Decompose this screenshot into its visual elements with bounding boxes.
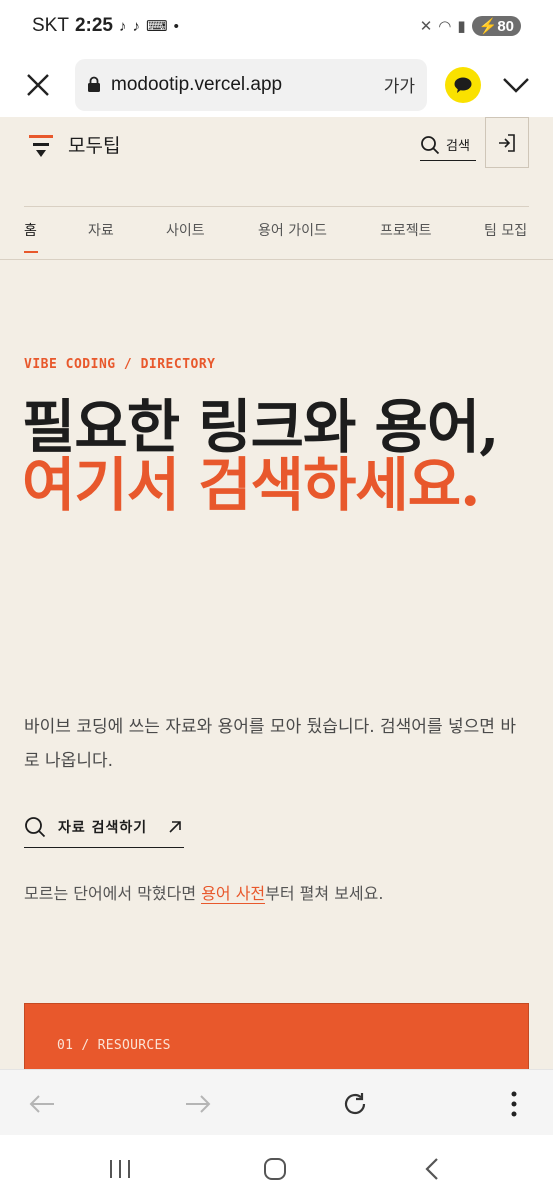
site-name: 모두팁 bbox=[68, 135, 121, 157]
search-icon bbox=[25, 816, 46, 837]
nav-item-glossary[interactable]: 용어 가이드 bbox=[258, 220, 327, 240]
logo-icon bbox=[29, 134, 53, 157]
nav-active-indicator bbox=[24, 251, 38, 253]
carrier-label: SKT bbox=[32, 15, 69, 36]
login-button[interactable] bbox=[485, 117, 529, 168]
search-label: 검색 bbox=[446, 139, 470, 154]
url-text: modootip.vercel.app bbox=[111, 73, 283, 95]
reload-button[interactable] bbox=[339, 1088, 371, 1120]
chevron-left-icon bbox=[425, 1158, 438, 1180]
chat-bubble-icon bbox=[454, 77, 472, 93]
nav-item-home[interactable]: 홈 bbox=[24, 220, 37, 240]
lock-icon bbox=[87, 76, 101, 93]
more-options-button[interactable] bbox=[498, 1088, 530, 1120]
search-icon bbox=[421, 135, 440, 154]
kakao-share-button[interactable] bbox=[445, 66, 481, 103]
browser-url-bar: modootip.vercel.app 가가 bbox=[0, 52, 553, 117]
forward-button[interactable] bbox=[182, 1088, 214, 1120]
more-notifications-dot-icon: • bbox=[173, 17, 179, 35]
back-button[interactable] bbox=[26, 1088, 58, 1120]
hero-description: 바이브 코딩에 쓰는 자료와 용어를 모아 뒀습니다. 검색어를 넣으면 바로 … bbox=[24, 717, 516, 771]
url-field[interactable]: modootip.vercel.app 가가 bbox=[75, 58, 427, 111]
close-tab-button[interactable] bbox=[0, 52, 75, 117]
battery-indicator: ⚡80 bbox=[471, 16, 521, 36]
home-button[interactable] bbox=[255, 1153, 295, 1185]
nav-item-sites[interactable]: 사이트 bbox=[166, 220, 205, 240]
status-bar: SKT 2:25 ♪ ♪ ⌨ • ✕ ◠ ▮ ⚡80 bbox=[0, 0, 553, 52]
more-vertical-icon bbox=[511, 1091, 517, 1117]
voicemail-icon: ⌨ bbox=[145, 18, 168, 35]
signal-icon: ▮ bbox=[457, 17, 466, 35]
arrow-up-right-icon bbox=[168, 820, 182, 834]
section-card-label: 01 / RESOURCES bbox=[57, 1038, 171, 1053]
nav-divider bbox=[0, 259, 553, 260]
header-divider bbox=[24, 206, 529, 207]
site-logo[interactable]: 모두팁 bbox=[28, 131, 120, 158]
arrow-left-icon bbox=[29, 1095, 54, 1113]
main-nav: 홈 자료 사이트 용어 가이드 프로젝트 팀 모집 bbox=[24, 220, 553, 260]
recent-apps-button[interactable] bbox=[100, 1153, 140, 1185]
nav-item-team-recruit[interactable]: 팀 모집 bbox=[484, 220, 527, 240]
header-search-button[interactable]: 검색 bbox=[420, 129, 476, 161]
tiktok-icon: ♪ bbox=[118, 17, 127, 35]
tiktok-icon: ♪ bbox=[132, 17, 140, 35]
android-navigation-bar bbox=[0, 1135, 553, 1200]
close-icon bbox=[26, 73, 49, 96]
home-icon bbox=[264, 1158, 286, 1180]
glossary-hint: 모르는 단어에서 막혔다면 용어 사전부터 펼쳐 보세요. bbox=[24, 884, 384, 904]
wifi-icon: ◠ bbox=[438, 17, 452, 35]
browser-bottom-toolbar bbox=[0, 1069, 553, 1135]
login-icon bbox=[499, 133, 515, 152]
browser-menu-expand-button[interactable] bbox=[481, 52, 551, 117]
reload-icon bbox=[344, 1093, 366, 1115]
recent-apps-icon bbox=[110, 1160, 130, 1178]
clock: 2:25 bbox=[74, 15, 113, 36]
nav-item-projects[interactable]: 프로젝트 bbox=[380, 220, 432, 240]
glossary-link[interactable]: 용어 사전 bbox=[201, 884, 266, 904]
hero-headline: 필요한 링크와 용어, 여기서 검색하세요. bbox=[22, 398, 522, 514]
mute-icon: ✕ bbox=[419, 17, 433, 35]
headline-line-2: 여기서 검색하세요. bbox=[22, 451, 480, 519]
text-size-button[interactable]: 가가 bbox=[384, 72, 415, 97]
hero-eyebrow: VIBE CODING / DIRECTORY bbox=[24, 357, 216, 372]
search-resources-button[interactable]: 자료 검색하기 bbox=[24, 806, 184, 848]
system-back-button[interactable] bbox=[412, 1153, 452, 1185]
site-header: 모두팁 검색 bbox=[0, 117, 553, 205]
cta-label: 자료 검색하기 bbox=[58, 819, 148, 836]
nav-item-resources[interactable]: 자료 bbox=[88, 220, 114, 240]
chevron-down-icon bbox=[503, 77, 529, 93]
arrow-right-icon bbox=[186, 1095, 211, 1113]
